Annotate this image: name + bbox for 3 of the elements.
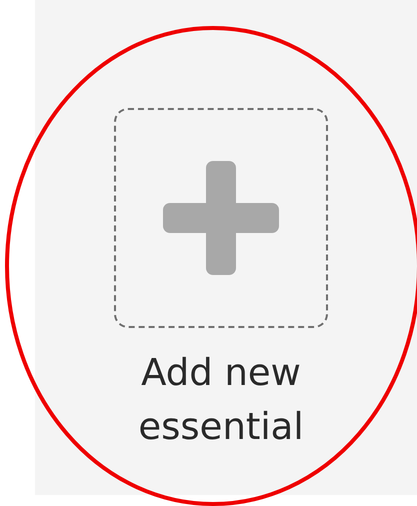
add-button[interactable] (114, 108, 328, 328)
add-label: Add new essential (137, 350, 305, 450)
plus-icon (163, 161, 279, 275)
